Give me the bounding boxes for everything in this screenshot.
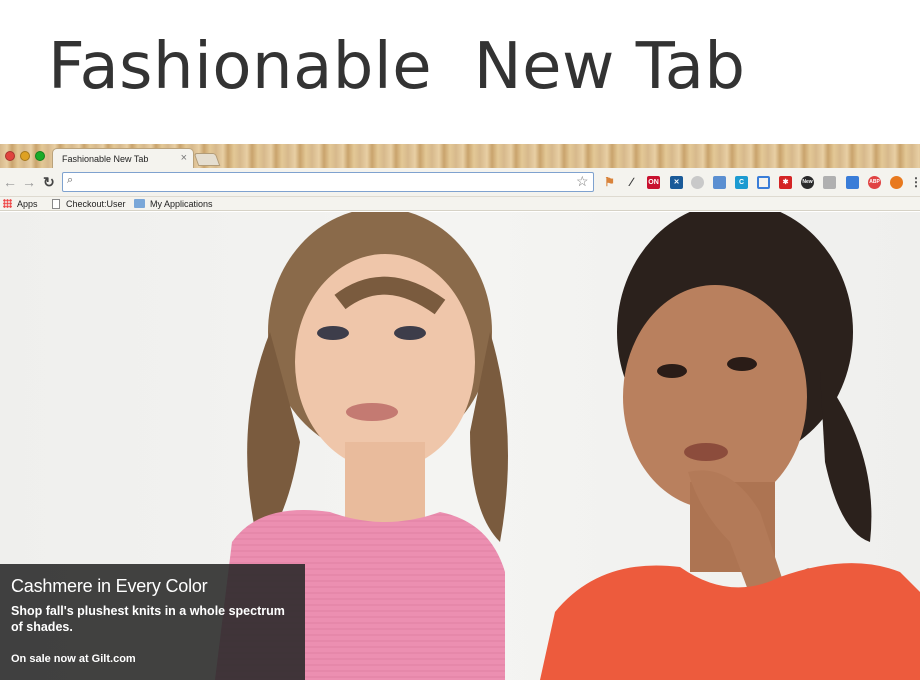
- back-arrow-icon[interactable]: ←: [3, 174, 17, 190]
- new-tab-background: Cashmere in Every Color Shop fall's plus…: [0, 212, 920, 680]
- bookmark-my-applications[interactable]: My Applications: [134, 197, 213, 211]
- bookmarks-bar: Apps Checkout:User My Applications: [0, 197, 920, 211]
- bookmark-label: Apps: [17, 199, 38, 209]
- eyedropper-icon[interactable]: ∕: [625, 176, 638, 189]
- maximize-window-icon[interactable]: [35, 151, 45, 161]
- folder-icon: [134, 199, 145, 208]
- caption-link[interactable]: On sale now at Gilt.com: [11, 653, 136, 665]
- new-tab-button[interactable]: [193, 153, 221, 166]
- circle-extension-icon[interactable]: [691, 176, 704, 189]
- bookmark-apps[interactable]: Apps: [3, 197, 38, 211]
- screenshot-icon[interactable]: [713, 176, 726, 189]
- new-badge-icon[interactable]: New: [801, 176, 814, 189]
- abp-icon[interactable]: ABP: [868, 176, 881, 189]
- asterisk-icon[interactable]: ✱: [779, 176, 792, 189]
- bookmark-label: My Applications: [150, 199, 213, 209]
- search-icon: ⌕: [67, 174, 74, 186]
- slide-title: Fashionable New Tab: [48, 30, 746, 104]
- close-window-icon[interactable]: [5, 151, 15, 161]
- tab-title: Fashionable New Tab: [62, 154, 149, 164]
- pin-icon[interactable]: ⚑: [603, 176, 616, 189]
- caption-title: Cashmere in Every Color: [11, 576, 208, 596]
- browser-window: Fashionable New Tab × ← → ↻ ⌕ ☆ ⚑ ∕ ON ✕…: [0, 144, 920, 680]
- on-badge-icon[interactable]: ON: [647, 176, 660, 189]
- promo-caption[interactable]: Cashmere in Every Color Shop fall's plus…: [0, 564, 305, 680]
- address-bar[interactable]: [62, 172, 594, 192]
- bookmark-label: Checkout:User: [66, 199, 126, 209]
- x-badge-icon[interactable]: ✕: [670, 176, 683, 189]
- frame-icon[interactable]: [757, 176, 770, 189]
- fire-icon[interactable]: [890, 176, 903, 189]
- tab-fashionable-new-tab[interactable]: Fashionable New Tab ×: [52, 148, 194, 169]
- apps-grid-icon: [3, 199, 12, 208]
- bookmark-star-icon[interactable]: ☆: [576, 174, 589, 188]
- toolbar: ← → ↻ ⌕ ☆ ⚑ ∕ ON ✕ C ✱ New ABP ⋮: [0, 168, 920, 197]
- menu-icon[interactable]: ⋮: [910, 176, 920, 189]
- gray-extension-icon[interactable]: [823, 176, 836, 189]
- c-extension-icon[interactable]: C: [735, 176, 748, 189]
- tab-strip: Fashionable New Tab ×: [0, 144, 920, 169]
- minimize-window-icon[interactable]: [20, 151, 30, 161]
- page-icon: [52, 199, 60, 209]
- reload-icon[interactable]: ↻: [43, 174, 55, 190]
- bookmark-checkout-user[interactable]: Checkout:User: [52, 197, 126, 211]
- tab-close-icon[interactable]: ×: [181, 152, 187, 164]
- window-icon[interactable]: [846, 176, 859, 189]
- caption-description: Shop fall's plushest knits in a whole sp…: [11, 604, 285, 634]
- forward-arrow-icon[interactable]: →: [22, 174, 36, 190]
